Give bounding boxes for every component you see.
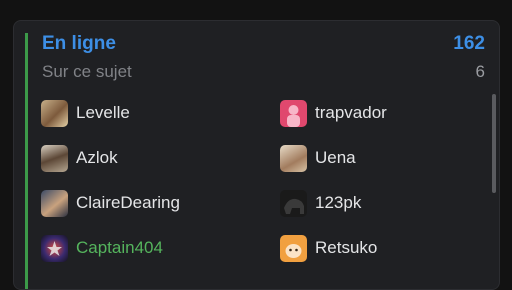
user-name[interactable]: trapvador [315, 103, 387, 123]
user-item-trapvador[interactable]: trapvador [280, 98, 480, 128]
user-avatar-icon[interactable] [280, 189, 307, 217]
user-name[interactable]: Azlok [76, 148, 118, 168]
panel-title[interactable]: En ligne [42, 33, 116, 55]
user-avatar-icon[interactable] [280, 144, 307, 172]
online-users-panel: En ligne 162 Sur ce sujet 6 Levelle trap… [13, 20, 500, 290]
user-name[interactable]: Retsuko [315, 238, 377, 258]
topic-count: 6 [475, 62, 485, 81]
user-avatar-icon[interactable] [41, 99, 68, 127]
scrollbar[interactable] [492, 94, 496, 193]
user-avatar-icon[interactable] [280, 99, 307, 127]
user-item-retsuko[interactable]: Retsuko [280, 233, 480, 263]
user-avatar-icon[interactable] [41, 234, 68, 262]
user-name[interactable]: Captain404 [76, 238, 163, 258]
accent-bar [25, 33, 28, 289]
user-item-levelle[interactable]: Levelle [41, 98, 280, 128]
panel-subheader: Sur ce sujet 6 [42, 62, 485, 82]
user-name[interactable]: Uena [315, 148, 356, 168]
user-item-123pk[interactable]: 123pk [280, 188, 480, 218]
user-name[interactable]: ClaireDearing [76, 193, 180, 213]
topic-label: Sur ce sujet [42, 62, 132, 81]
user-avatar-icon[interactable] [280, 234, 307, 262]
user-item-uena[interactable]: Uena [280, 143, 480, 173]
panel-header: En ligne 162 [42, 33, 485, 55]
online-count: 162 [453, 33, 485, 54]
user-item-clairedearing[interactable]: ClaireDearing [41, 188, 280, 218]
user-item-azlok[interactable]: Azlok [41, 143, 280, 173]
user-avatar-icon[interactable] [41, 144, 68, 172]
user-name[interactable]: 123pk [315, 193, 361, 213]
user-list: Levelle trapvador Azlok Uena ClaireDeari… [41, 98, 481, 278]
user-item-captain404[interactable]: Captain404 [41, 233, 280, 263]
user-name[interactable]: Levelle [76, 103, 130, 123]
user-avatar-icon[interactable] [41, 189, 68, 217]
